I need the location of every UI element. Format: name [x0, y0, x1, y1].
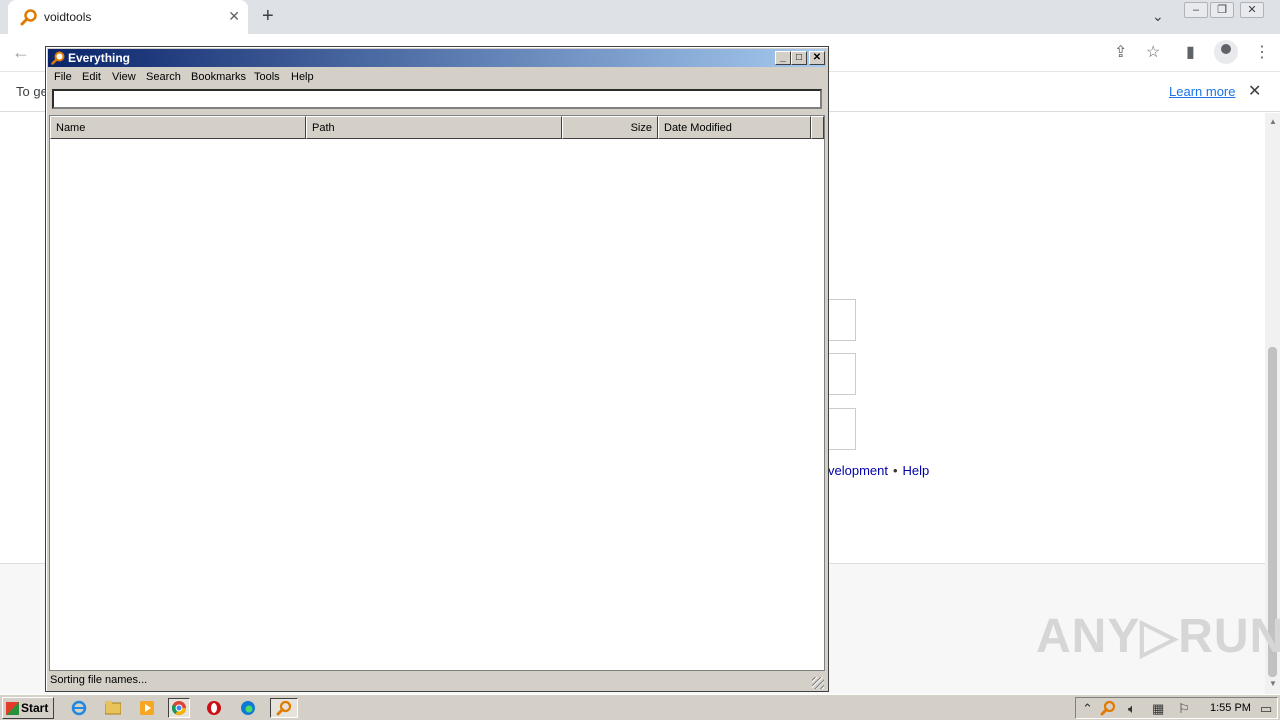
scroll-up-icon[interactable]: ▲: [1269, 117, 1277, 126]
browser-tab-strip: voidtools ✕ + ⌄ – ❐ ✕: [0, 0, 1280, 34]
restore-icon[interactable]: ❐: [1210, 2, 1234, 18]
tab-title: voidtools: [44, 10, 92, 24]
menu-view[interactable]: View: [112, 71, 136, 83]
everything-magnifier-icon: [51, 51, 65, 65]
network-icon[interactable]: ▦: [1152, 701, 1164, 717]
folder-glyph: [105, 701, 121, 715]
start-label: Start: [21, 701, 49, 715]
resize-grip[interactable]: [812, 677, 824, 689]
everything-window: Everything _ □ ✕ File Edit View Search B…: [45, 46, 829, 692]
share-icon[interactable]: ⇪: [1114, 42, 1127, 62]
edge-glyph: [241, 701, 255, 715]
window-titlebar[interactable]: Everything _ □ ✕: [48, 49, 826, 67]
menu-tools[interactable]: Tools: [254, 71, 280, 83]
search-input[interactable]: [52, 89, 822, 109]
development-link[interactable]: velopment: [828, 463, 888, 478]
infobar-text: To ge: [16, 84, 48, 99]
column-header-path[interactable]: Path: [306, 116, 562, 139]
chrome-icon[interactable]: [168, 698, 190, 718]
back-arrow-icon[interactable]: ←: [12, 42, 30, 63]
window-title: Everything: [68, 51, 131, 65]
column-header-size[interactable]: Size: [562, 116, 658, 139]
kebab-menu-icon[interactable]: ⋮: [1254, 42, 1270, 62]
scroll-down-icon[interactable]: ▼: [1269, 679, 1277, 688]
link-separator: •: [892, 463, 898, 478]
column-header-filler: [811, 116, 824, 139]
close-window-icon[interactable]: ✕: [1240, 2, 1264, 18]
windows-logo-icon: [6, 702, 19, 715]
page-box[interactable]: [828, 299, 856, 341]
screen: voidtools ✕ + ⌄ – ❐ ✕ ← ⇪ ☆ ▮ ⋮ To ge Le…: [0, 0, 1280, 720]
ie-icon[interactable]: [68, 698, 90, 718]
edge-icon[interactable]: [237, 698, 259, 718]
page-links: velopment • Help: [828, 463, 929, 478]
flag-icon[interactable]: ⚐: [1178, 701, 1190, 717]
opera-icon[interactable]: [203, 698, 225, 718]
media-player-icon[interactable]: [136, 698, 158, 718]
results-list[interactable]: Name Path Size Date Modified: [49, 115, 825, 671]
menu-search[interactable]: Search: [146, 71, 181, 83]
everything-magnifier-icon[interactable]: [1100, 700, 1116, 716]
browser-tab[interactable]: voidtools ✕: [8, 0, 248, 34]
status-bar: Sorting file names...: [50, 674, 148, 686]
menu-bar: File Edit View Search Bookmarks Tools He…: [48, 68, 826, 86]
column-header-name[interactable]: Name: [50, 116, 306, 139]
folder-icon[interactable]: [102, 698, 124, 718]
anyrun-watermark: ANY▷RUN: [1036, 610, 1280, 663]
chevron-down-icon[interactable]: ⌄: [1152, 8, 1164, 25]
menu-edit[interactable]: Edit: [82, 71, 101, 83]
star-icon[interactable]: ☆: [1146, 42, 1160, 62]
column-header-date-modified[interactable]: Date Modified: [658, 116, 811, 139]
close-icon[interactable]: ✕: [228, 8, 240, 25]
plus-icon[interactable]: +: [262, 5, 274, 28]
menu-help[interactable]: Help: [291, 71, 314, 83]
taskbar: Start ⌃ 🔈︎ ▦ ⚐ 1:55 PM ▭: [0, 694, 1280, 720]
minimize-icon[interactable]: _: [775, 51, 791, 65]
profile-icon[interactable]: [1214, 40, 1238, 64]
everything-magnifier-icon: [20, 9, 37, 26]
learn-more-link[interactable]: Learn more: [1169, 84, 1235, 99]
clock: 1:55 PM: [1210, 702, 1251, 714]
page-box[interactable]: [828, 353, 856, 395]
everything-taskbar-icon[interactable]: [270, 698, 298, 718]
start-button[interactable]: Start: [2, 697, 54, 719]
minimize-icon[interactable]: –: [1184, 2, 1208, 18]
volume-icon[interactable]: 🔈︎: [1128, 701, 1136, 717]
system-tray: ⌃ 🔈︎ ▦ ⚐ 1:55 PM ▭: [1075, 697, 1278, 719]
page-box[interactable]: [828, 408, 856, 450]
menu-file[interactable]: File: [54, 71, 72, 83]
ie-glyph: [71, 700, 87, 716]
chrome-glyph: [172, 701, 186, 715]
everything-magnifier-icon: [276, 700, 292, 716]
media-glyph: [140, 701, 154, 715]
help-link[interactable]: Help: [903, 463, 930, 478]
tray-expand-icon[interactable]: ⌃: [1082, 701, 1093, 717]
show-desktop-icon[interactable]: ▭: [1260, 701, 1272, 717]
close-icon[interactable]: ✕: [1248, 81, 1261, 101]
side-panel-icon[interactable]: ▮: [1186, 42, 1195, 62]
maximize-icon[interactable]: □: [791, 51, 807, 65]
close-icon[interactable]: ✕: [809, 51, 825, 65]
opera-glyph: [207, 701, 221, 715]
menu-bookmarks[interactable]: Bookmarks: [191, 71, 246, 83]
